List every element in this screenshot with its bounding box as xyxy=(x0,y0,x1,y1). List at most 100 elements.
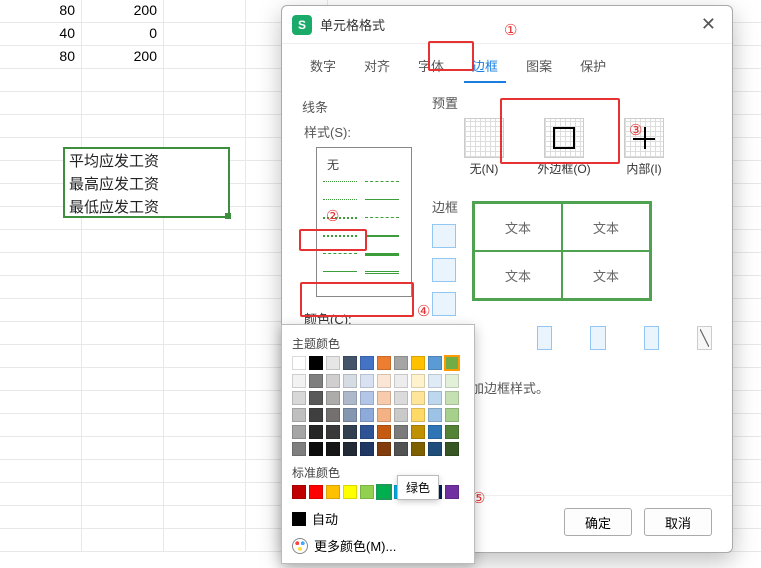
color-cell[interactable] xyxy=(343,485,357,499)
cell[interactable]: 200 xyxy=(82,0,164,22)
color-cell[interactable] xyxy=(445,442,459,456)
line-style-item[interactable] xyxy=(365,217,399,229)
cell[interactable]: 80 xyxy=(0,46,82,68)
color-cell[interactable] xyxy=(343,425,357,439)
line-style-item[interactable] xyxy=(323,217,357,229)
border-vmiddle-button[interactable] xyxy=(590,326,605,350)
color-cell[interactable] xyxy=(445,391,459,405)
dialog-titlebar[interactable]: S 单元格格式 ✕ xyxy=(282,6,732,44)
color-cell[interactable] xyxy=(360,485,374,499)
color-cell[interactable] xyxy=(343,356,357,370)
cell[interactable]: 0 xyxy=(82,23,164,45)
border-left-button[interactable] xyxy=(537,326,552,350)
color-cell[interactable] xyxy=(343,408,357,422)
line-style-item[interactable] xyxy=(323,181,357,193)
color-cell[interactable] xyxy=(411,408,425,422)
close-button[interactable]: ✕ xyxy=(695,14,722,35)
color-cell[interactable] xyxy=(360,408,374,422)
color-cell[interactable] xyxy=(445,356,459,370)
color-cell[interactable] xyxy=(445,374,459,388)
color-cell[interactable] xyxy=(326,408,340,422)
border-preview[interactable]: 文本 文本 文本 文本 xyxy=(472,201,652,301)
ok-button[interactable]: 确定 xyxy=(564,508,632,536)
color-cell[interactable] xyxy=(360,391,374,405)
tab-pattern[interactable]: 图案 xyxy=(518,50,560,83)
color-cell[interactable] xyxy=(309,485,323,499)
color-cell[interactable] xyxy=(411,374,425,388)
color-cell[interactable] xyxy=(360,374,374,388)
border-right-button[interactable] xyxy=(644,326,659,350)
tab-number[interactable]: 数字 xyxy=(302,50,344,83)
color-cell[interactable] xyxy=(445,425,459,439)
preset-inner-button[interactable] xyxy=(624,118,664,158)
preset-none-button[interactable] xyxy=(464,118,504,158)
color-cell[interactable] xyxy=(377,356,391,370)
color-cell[interactable] xyxy=(309,442,323,456)
color-cell[interactable] xyxy=(309,391,323,405)
selected-range[interactable]: 平均应发工资 最高应发工资 最低应发工资 xyxy=(63,147,230,218)
color-cell[interactable] xyxy=(377,391,391,405)
color-cell[interactable] xyxy=(428,425,442,439)
color-cell[interactable] xyxy=(428,408,442,422)
color-cell[interactable] xyxy=(360,442,374,456)
cell[interactable]: 40 xyxy=(0,23,82,45)
color-cell[interactable] xyxy=(292,356,306,370)
line-style-item[interactable] xyxy=(365,199,399,211)
line-style-item[interactable] xyxy=(323,253,357,265)
color-cell[interactable] xyxy=(377,374,391,388)
line-style-item[interactable] xyxy=(323,271,357,283)
color-cell[interactable] xyxy=(377,442,391,456)
fill-handle[interactable] xyxy=(225,213,231,219)
tab-protect[interactable]: 保护 xyxy=(572,50,614,83)
cell[interactable] xyxy=(164,23,246,45)
color-cell[interactable] xyxy=(445,485,459,499)
cell[interactable] xyxy=(164,0,246,22)
color-cell[interactable] xyxy=(360,425,374,439)
color-cell[interactable] xyxy=(411,425,425,439)
color-cell[interactable] xyxy=(394,391,408,405)
border-diag-button[interactable] xyxy=(697,326,712,350)
border-top-button[interactable] xyxy=(432,224,456,248)
color-cell[interactable] xyxy=(309,408,323,422)
color-cell[interactable] xyxy=(411,391,425,405)
preset-outer-button[interactable] xyxy=(544,118,584,158)
line-style-item[interactable] xyxy=(365,235,399,247)
cancel-button[interactable]: 取消 xyxy=(644,508,712,536)
line-style-item[interactable] xyxy=(365,181,399,193)
cell[interactable]: 200 xyxy=(82,46,164,68)
line-style-item[interactable] xyxy=(365,271,399,283)
color-cell[interactable] xyxy=(394,442,408,456)
color-cell[interactable] xyxy=(360,356,374,370)
cell[interactable] xyxy=(164,46,246,68)
color-cell[interactable] xyxy=(411,442,425,456)
color-cell[interactable] xyxy=(326,391,340,405)
color-cell[interactable] xyxy=(394,408,408,422)
line-style-list[interactable]: 无 xyxy=(316,147,412,297)
color-cell[interactable] xyxy=(309,425,323,439)
color-cell[interactable] xyxy=(445,408,459,422)
color-cell[interactable] xyxy=(394,374,408,388)
line-style-item[interactable] xyxy=(323,199,357,211)
color-cell[interactable] xyxy=(292,425,306,439)
color-cell[interactable] xyxy=(326,356,340,370)
color-cell[interactable] xyxy=(428,374,442,388)
border-hmiddle-button[interactable] xyxy=(432,258,456,282)
color-cell[interactable] xyxy=(394,356,408,370)
color-cell[interactable] xyxy=(428,442,442,456)
color-cell[interactable] xyxy=(411,356,425,370)
color-cell[interactable] xyxy=(377,485,391,499)
more-colors-option[interactable]: 更多颜色(M)... xyxy=(292,536,464,555)
tab-align[interactable]: 对齐 xyxy=(356,50,398,83)
color-cell[interactable] xyxy=(309,374,323,388)
color-cell[interactable] xyxy=(377,408,391,422)
color-cell[interactable] xyxy=(343,374,357,388)
color-cell[interactable] xyxy=(428,356,442,370)
color-cell[interactable] xyxy=(309,356,323,370)
color-cell[interactable] xyxy=(394,425,408,439)
color-cell[interactable] xyxy=(292,374,306,388)
color-cell[interactable] xyxy=(326,425,340,439)
color-cell[interactable] xyxy=(326,374,340,388)
tab-border[interactable]: 边框 xyxy=(464,50,506,83)
color-cell[interactable] xyxy=(343,442,357,456)
cell[interactable]: 80 xyxy=(0,0,82,22)
